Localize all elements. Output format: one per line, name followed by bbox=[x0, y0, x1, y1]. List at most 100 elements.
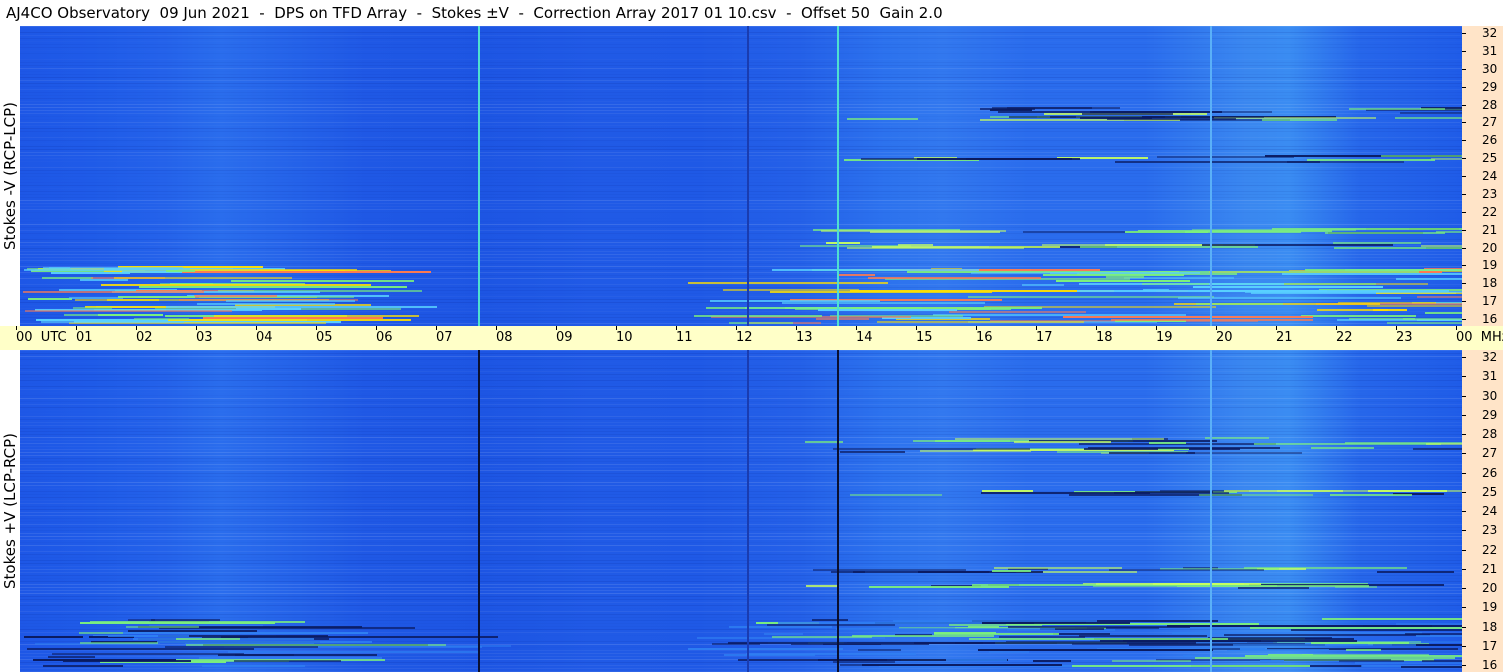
signal-streak bbox=[176, 638, 240, 640]
bottom-frequency-axis: 32 31 30 29 28 27 26 25 24 23 22 21 20 19 18 17 16 bbox=[1462, 350, 1503, 672]
spectrum-band bbox=[20, 131, 1462, 132]
signal-streak bbox=[1210, 648, 1240, 650]
spectrum-band bbox=[20, 206, 1462, 207]
spectrum-band bbox=[20, 563, 1462, 564]
spectrum-band bbox=[20, 35, 1462, 36]
spectrum-band bbox=[20, 608, 1462, 609]
signal-streak bbox=[23, 291, 204, 293]
signal-streak bbox=[1043, 274, 1184, 276]
signal-streak bbox=[80, 279, 128, 281]
top-panel-ylabel: Stokes -V (RCP-LCP) bbox=[0, 26, 20, 326]
bottom-freq-tick: 32 bbox=[1462, 350, 1503, 364]
signal-streak bbox=[231, 280, 414, 282]
signal-streak bbox=[893, 620, 1097, 622]
spectrum-band bbox=[20, 422, 1462, 423]
signal-streak bbox=[694, 315, 822, 317]
top-freq-tick: 25 bbox=[1462, 151, 1503, 165]
spectrum-band bbox=[20, 428, 1462, 429]
bottom-freq-tick: 19 bbox=[1462, 600, 1503, 614]
top-freq-tick: 17 bbox=[1462, 294, 1503, 308]
signal-streak bbox=[1022, 284, 1064, 286]
signal-streak bbox=[724, 654, 815, 656]
spectrum-band bbox=[20, 461, 1462, 462]
signal-streak bbox=[51, 272, 130, 274]
signal-streak bbox=[214, 315, 419, 317]
spectrum-band bbox=[20, 215, 1462, 216]
signal-streak bbox=[826, 242, 860, 244]
spectrum-band bbox=[20, 593, 1462, 594]
spectrum-band bbox=[20, 89, 1462, 90]
signal-streak bbox=[706, 307, 922, 309]
signal-streak bbox=[782, 302, 985, 304]
signal-streak bbox=[1033, 660, 1071, 662]
signal-streak bbox=[920, 450, 1031, 452]
spectrum-band bbox=[20, 104, 1462, 105]
spectrum-band bbox=[20, 194, 1462, 195]
spectrum-band bbox=[20, 248, 1462, 249]
signal-streak bbox=[946, 659, 1007, 661]
signal-streak bbox=[25, 310, 232, 312]
signal-streak bbox=[1287, 161, 1404, 163]
spectrum-band bbox=[20, 554, 1462, 555]
spectrum-band bbox=[20, 572, 1462, 573]
spectrum-band bbox=[20, 74, 1462, 75]
signal-streak bbox=[1401, 666, 1462, 668]
signal-streak bbox=[764, 633, 803, 635]
signal-streak bbox=[52, 653, 244, 655]
x-tick-label: 17 bbox=[1036, 326, 1053, 345]
spectrum-band bbox=[20, 374, 1462, 375]
spectrum-band bbox=[20, 521, 1462, 522]
signal-streak bbox=[1377, 571, 1454, 573]
top-freq-tick: 18 bbox=[1462, 276, 1503, 290]
signal-streak bbox=[1400, 112, 1462, 114]
spectrum-band bbox=[20, 365, 1462, 366]
signal-streak bbox=[1080, 246, 1258, 248]
top-freq-tick: 26 bbox=[1462, 133, 1503, 147]
signal-streak bbox=[1395, 117, 1462, 119]
signal-streak bbox=[186, 644, 446, 646]
spectrum-band bbox=[20, 254, 1462, 255]
spectrum-band bbox=[20, 128, 1462, 129]
signal-streak bbox=[1209, 283, 1284, 285]
spectrum-band bbox=[20, 527, 1462, 528]
x-tick-label: 08 bbox=[496, 326, 513, 345]
spectrum-band bbox=[20, 404, 1462, 405]
signal-streak bbox=[1143, 289, 1169, 291]
spectrum-band bbox=[20, 518, 1462, 519]
signal-streak bbox=[816, 318, 869, 320]
spectrum-band bbox=[20, 488, 1462, 489]
spectrum-band bbox=[20, 86, 1462, 87]
spectrum-band bbox=[20, 236, 1462, 237]
spectrum-band bbox=[20, 134, 1462, 135]
top-frequency-axis: 32 31 30 29 28 27 26 25 24 23 22 21 20 19 18 17 16 bbox=[1462, 26, 1503, 326]
spectrum-band bbox=[20, 431, 1462, 432]
signal-streak bbox=[1282, 273, 1462, 275]
signal-streak bbox=[1436, 231, 1462, 233]
spectrum-band bbox=[20, 50, 1462, 51]
spectrum-band bbox=[20, 158, 1462, 159]
spectrum-band bbox=[20, 560, 1462, 561]
spectrum-band bbox=[20, 392, 1462, 393]
top-freq-tick: 29 bbox=[1462, 80, 1503, 94]
bottom-freq-tick: 20 bbox=[1462, 581, 1503, 595]
signal-streak bbox=[767, 624, 895, 626]
spectrum-band bbox=[20, 191, 1462, 192]
spectrum-band bbox=[20, 356, 1462, 357]
spectrum-band bbox=[20, 38, 1462, 39]
spectrum-band bbox=[20, 377, 1462, 378]
signal-streak bbox=[1245, 291, 1462, 293]
x-tick-label: 02 bbox=[136, 326, 153, 345]
signal-streak bbox=[840, 451, 905, 453]
signal-streak bbox=[1079, 635, 1207, 637]
spectrum-band bbox=[20, 113, 1462, 114]
signal-streak bbox=[1426, 443, 1462, 445]
vertical-interference-line bbox=[1210, 350, 1212, 672]
vertical-interference-line bbox=[478, 350, 480, 672]
spectrum-band bbox=[20, 383, 1462, 384]
top-freq-tick: 22 bbox=[1462, 205, 1503, 219]
signal-streak bbox=[862, 664, 1062, 666]
signal-streak bbox=[772, 636, 872, 638]
spectrum-band bbox=[20, 401, 1462, 402]
spectrum-band bbox=[20, 551, 1462, 552]
spectrum-band bbox=[20, 479, 1462, 480]
